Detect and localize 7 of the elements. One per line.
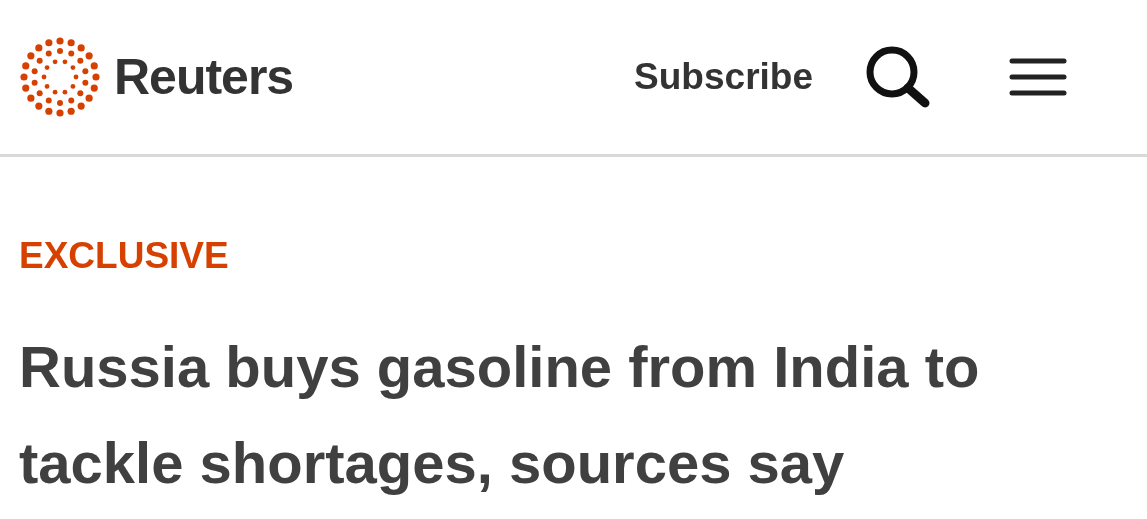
search-button[interactable] — [865, 45, 931, 109]
article-headline: Russia buys gasoline from India to tackle shortages, sources say — [19, 333, 981, 497]
menu-button[interactable] — [1009, 57, 1067, 97]
brand-name: Reuters — [114, 48, 294, 106]
logo-icon — [18, 35, 102, 119]
subscribe-link[interactable]: Subscribe — [634, 56, 813, 98]
category-label: EXCLUSIVE — [19, 235, 230, 277]
